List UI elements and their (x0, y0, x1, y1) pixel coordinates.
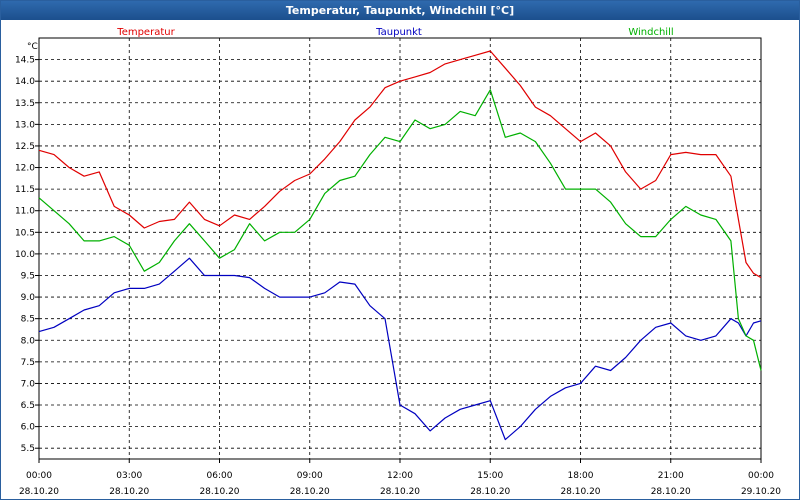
x-tick-date: 28.10.20 (470, 487, 510, 497)
y-tick-label: 13.5 (15, 99, 35, 109)
chart-canvas: 5.5 6.0 6.5 7.0 7.5 8.0 8.5 9.0 9.5 10.0 10.5 11.0 1… (15, 27, 781, 497)
y-tick-label: 8.5 (21, 315, 35, 325)
y-tick-label: 11.5 (15, 185, 35, 195)
x-tick-time: 06:00 (207, 471, 233, 481)
legend-taupunkt: Taupunkt (375, 27, 422, 38)
x-tick-date: 28.10.20 (380, 487, 420, 497)
y-tick-label: 10.5 (15, 228, 35, 238)
legend-windchill: Windchill (628, 27, 673, 38)
y-tick-label: 7.0 (21, 379, 36, 389)
y-tick-label: 12.0 (15, 164, 35, 174)
y-tick-label: 8.0 (21, 336, 36, 346)
y-tick-label: 9.0 (21, 293, 36, 303)
x-tick-date: 28.10.20 (560, 487, 600, 497)
y-axis-label: °C (27, 42, 38, 52)
y-tick-label: 11.0 (15, 207, 35, 217)
x-tick-time: 18:00 (568, 471, 594, 481)
y-tick-label: 13.0 (15, 120, 35, 130)
y-tick-label: 6.0 (21, 423, 36, 433)
x-axis-ticks: 00:00 28.10.20 03:00 28.10.20 06:00 28.10.20 0… (19, 459, 781, 497)
x-tick-time: 00:00 (748, 471, 774, 481)
y-tick-label: 14.5 (15, 56, 35, 66)
x-tick-time: 00:00 (26, 471, 52, 481)
x-tick-date: 28.10.20 (199, 487, 239, 497)
x-tick-time: 03:00 (116, 471, 142, 481)
x-tick-date: 28.10.20 (109, 487, 149, 497)
y-tick-label: 12.5 (15, 142, 35, 152)
y-tick-label: 9.5 (21, 271, 35, 281)
y-tick-label: 6.5 (21, 401, 35, 411)
y-axis-ticks: 5.5 6.0 6.5 7.0 7.5 8.0 8.5 9.0 9.5 10.0 10.5 11.0 1… (15, 56, 39, 454)
y-tick-label: 14.0 (15, 77, 35, 87)
x-tick-time: 15:00 (477, 471, 503, 481)
legend-temperatur: Temperatur (116, 27, 175, 38)
x-tick-time: 21:00 (658, 471, 684, 481)
y-tick-label: 7.5 (21, 358, 35, 368)
chart-window: Temperatur, Taupunkt, Windchill [°C] 5.5… (0, 0, 800, 500)
x-tick-date: 28.10.20 (290, 487, 330, 497)
y-tick-label: 10.0 (15, 250, 35, 260)
x-tick-date: 29.10.20 (741, 487, 781, 497)
x-tick-time: 09:00 (297, 471, 323, 481)
x-tick-time: 12:00 (387, 471, 413, 481)
x-tick-date: 28.10.20 (19, 487, 59, 497)
x-tick-date: 28.10.20 (651, 487, 691, 497)
y-tick-label: 5.5 (21, 444, 35, 454)
